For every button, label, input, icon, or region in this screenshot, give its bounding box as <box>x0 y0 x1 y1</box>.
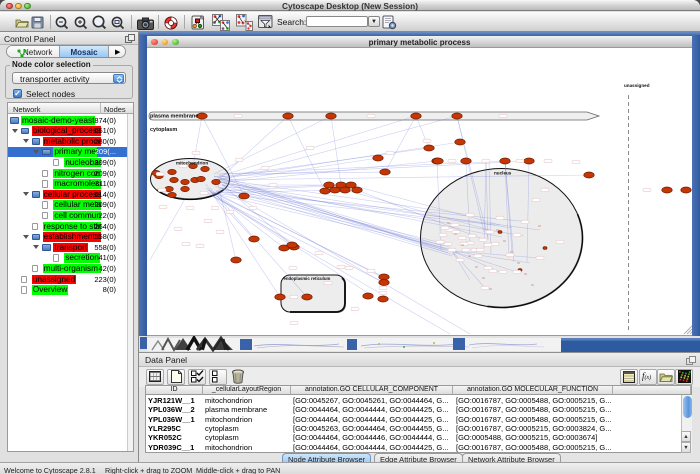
svg-text:cytoplasm: cytoplasm <box>150 127 177 133</box>
svg-text:plasma membrane: plasma membrane <box>150 114 198 120</box>
svg-text:mitochondrion: mitochondrion <box>176 161 208 166</box>
svg-text:unassigned: unassigned <box>624 83 650 88</box>
svg-text:nucleus: nucleus <box>494 171 512 176</box>
svg-text:endoplasmic reticulum: endoplasmic reticulum <box>284 276 331 281</box>
